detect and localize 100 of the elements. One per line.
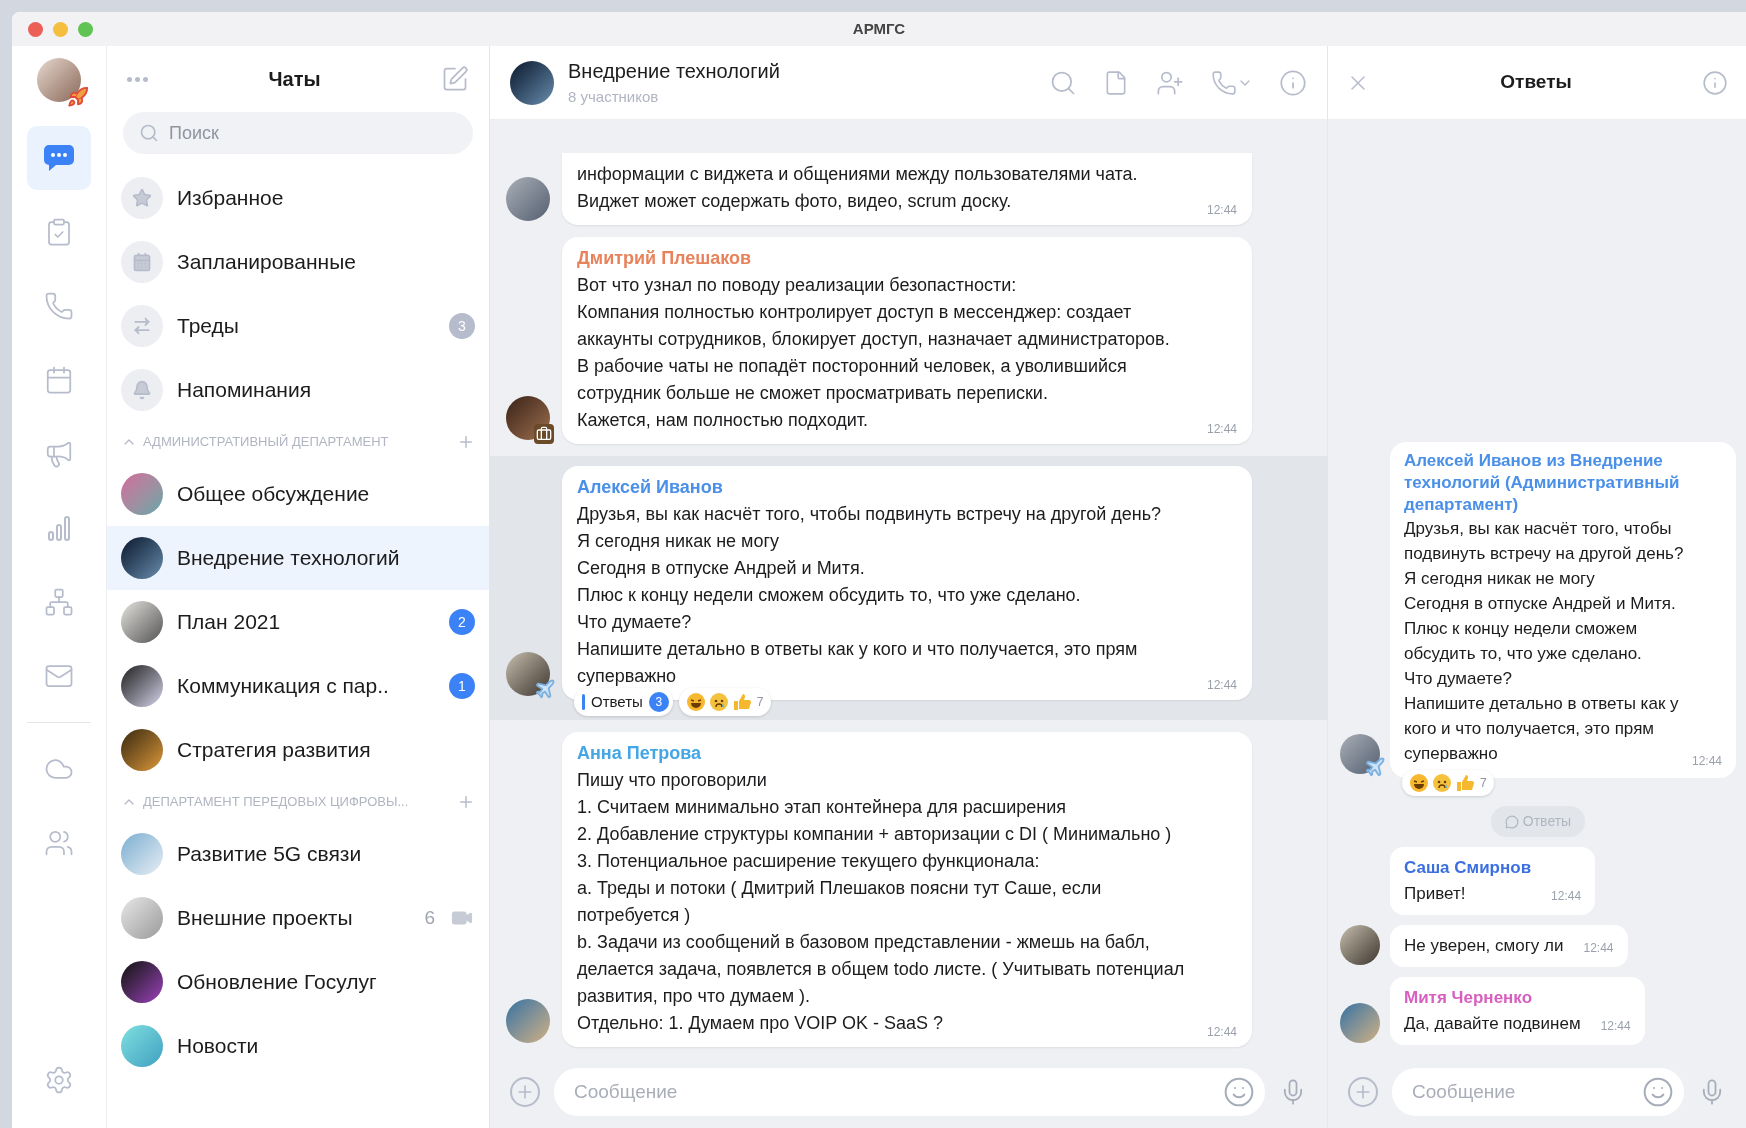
- chat-name: Обновление Госулуг: [177, 969, 378, 996]
- org-chart-icon: [44, 587, 74, 617]
- add-icon[interactable]: [510, 1076, 540, 1107]
- bar-chart-icon[interactable]: [46, 514, 72, 542]
- message-input[interactable]: Сообщение: [554, 1067, 1265, 1116]
- chat-list-item[interactable]: Внедрение технологий: [107, 526, 489, 590]
- more-icon[interactable]: [127, 76, 148, 82]
- add-icon[interactable]: [457, 793, 475, 811]
- message-time: 12:44: [1206, 421, 1237, 438]
- search-field[interactable]: Поиск: [123, 112, 473, 154]
- laughing-face-icon: [685, 691, 706, 712]
- unread-count: 1: [449, 673, 475, 699]
- chat-list-item[interactable]: Общее обсуждение: [107, 462, 489, 526]
- chat-list-item[interactable]: Напоминания: [107, 358, 489, 422]
- panel-title: Ответы: [1499, 70, 1573, 95]
- star-icon: [132, 188, 152, 208]
- sidebar-nav-item[interactable]: [27, 126, 91, 190]
- section-header: АДМИНИСТРАТИВНЫЙ ДЕПАРТАМЕНТ: [143, 433, 390, 452]
- message-time: 12:44: [1551, 888, 1582, 905]
- arrows-icon: [132, 316, 152, 336]
- emoji-icon[interactable]: [1642, 1075, 1674, 1108]
- chat-name: План 2021: [177, 609, 282, 636]
- chat-name: Запланированные: [177, 249, 357, 276]
- chat-avatar-photo: [121, 729, 163, 771]
- chat-avatar-photo: [510, 60, 554, 105]
- replies-count: 3: [648, 691, 669, 712]
- window-title: АРМГС: [852, 18, 906, 39]
- calendar-icon: [44, 365, 74, 395]
- message-text: Да, давайте подвинем: [1404, 1013, 1581, 1035]
- chat-name: Новости: [177, 1033, 260, 1060]
- unread-count: 3: [449, 313, 475, 339]
- message-time: 12:44: [1600, 1018, 1631, 1035]
- chat-title: Внедрение технологий: [568, 59, 781, 85]
- chat-list-item[interactable]: Новости: [107, 1014, 489, 1078]
- chat-name: Треды: [177, 313, 240, 340]
- calendar-icon: [132, 252, 152, 272]
- maximize-window-button[interactable]: [78, 22, 93, 37]
- chat-name: Внедрение технологий: [177, 545, 401, 572]
- message-text: Друзья, вы как насчёт того, чтобы подвинуть встречу на другой день? Я сегодня никак не могу Сегодня в отпуске Андрей и Митя. Плюс к концу недели сможем обсудить то, что уже сделано. Что думаете? Напишите детально в ответы как у кого и что получается, это прям суперважно: [1404, 518, 1685, 765]
- chat-bubble-icon: [43, 143, 75, 173]
- message-text: Пишу что проговорили 1. Считаем минимально этап контейнера для расширения 2. Добавление структуры компании + авторизации с DI ( Минимально ) 3. Потенциальное расширение текущего функционала: a. Треды и потоки ( Дмитрий Плешаков поясни тут Саше, если потребуется ) b. Задачи из сообщений в базовом представлении - жмешь на бабл, делается задача, появлется в общем todo листе. ( Учитывать потенциал развития, про что думаем ). Отдельно: 1. Думаем про VOIP OK - SaaS ?: [577, 769, 1186, 1035]
- close-window-button[interactable]: [28, 22, 43, 37]
- chat-name: Напоминания: [177, 377, 313, 404]
- chat-list-item[interactable]: Запланированные: [107, 230, 489, 294]
- chat-name: Стратегия развития: [177, 737, 372, 764]
- compose-icon[interactable]: [441, 65, 469, 93]
- chat-list-item[interactable]: План 2021 2: [107, 590, 489, 654]
- sender-name[interactable]: Саша Смирнов: [1404, 855, 1532, 881]
- message-text: Привет!: [1404, 883, 1467, 905]
- user-avatar[interactable]: [37, 58, 81, 102]
- people-icon: [44, 828, 74, 858]
- chat-avatar-photo: [121, 961, 163, 1003]
- emoji-icon[interactable]: [1223, 1075, 1255, 1108]
- laughing-face-icon: [1409, 773, 1429, 793]
- chat-name: Развитие 5G связи: [177, 841, 363, 868]
- phone-icon: [44, 291, 74, 321]
- chat-avatar-photo: [121, 1025, 163, 1067]
- reaction-count: 7: [1480, 775, 1487, 792]
- chat-list-item[interactable]: Коммуникация с пар.. 1: [107, 654, 489, 718]
- chat-name: Коммуникация с пар..: [177, 673, 390, 700]
- chat-list-item[interactable]: Стратегия развития: [107, 718, 489, 782]
- participant-count: 6: [424, 905, 435, 930]
- panel-title: Чаты: [268, 67, 321, 92]
- section-header: ДЕПАРТАМЕНТ ПЕРЕДОВЫХ ЦИФРОВЫ...: [143, 793, 410, 812]
- message-input[interactable]: Сообщение: [1392, 1067, 1684, 1116]
- message-text: информации с виджета и общениями между пользователями чата. Виджет может содержать фото, видео, scrum доску.: [577, 163, 1139, 213]
- chat-name: Общее обсуждение: [177, 481, 371, 508]
- add-icon[interactable]: [1348, 1076, 1378, 1107]
- info-icon[interactable]: [1702, 69, 1728, 96]
- thumbs-up-icon: [731, 691, 752, 712]
- chat-list-item[interactable]: Внешние проекты 6: [107, 886, 489, 950]
- minimize-window-button[interactable]: [53, 22, 68, 37]
- message-time: 12:44: [1583, 940, 1614, 957]
- message-time: 12:44: [1691, 753, 1722, 770]
- chat-name: Избранное: [177, 185, 285, 212]
- message-time: 12:44: [1206, 1024, 1237, 1041]
- chat-avatar-photo: [121, 601, 163, 643]
- chat-list-item[interactable]: Избранное: [107, 166, 489, 230]
- message-text: Не уверен, смогу ли: [1404, 935, 1564, 957]
- bell-icon: [132, 380, 152, 400]
- message-text: Вот что узнал по поводу реализации безопастности: Компания полностью контролирует доступ в мессенджер: создает аккаунты сотрудников, блокирует доступ, назначает администраторов. В рабочие чаты не попадёт посторонний человек, а уволившийся сотрудник больше не сможет просматривать переписки. Кажется, нам полностью подходит.: [577, 274, 1171, 432]
- chat-avatar-photo: [121, 473, 163, 515]
- chat-name: Внешние проекты: [177, 905, 354, 932]
- info-icon[interactable]: [1279, 68, 1307, 97]
- replies-label: Ответы: [591, 691, 643, 712]
- chat-list-item[interactable]: Обновление Госулуг: [107, 950, 489, 1014]
- chat-avatar-photo: [121, 897, 163, 939]
- unread-count: 2: [449, 609, 475, 635]
- message-time: 12:44: [1206, 677, 1237, 694]
- chat-avatar-photo: [121, 537, 163, 579]
- search-icon: [139, 123, 159, 143]
- chat-list-item[interactable]: Треды 3: [107, 294, 489, 358]
- crying-face-icon: [1432, 773, 1452, 793]
- message-time: 12:44: [1206, 202, 1237, 219]
- chat-list-item[interactable]: Развитие 5G связи: [107, 822, 489, 886]
- add-icon[interactable]: [457, 433, 475, 451]
- chat-avatar-photo: [121, 833, 163, 875]
- rocket-icon: [67, 86, 89, 108]
- speech-bubble-icon: [1504, 814, 1519, 829]
- replies-chip[interactable]: Ответы 3: [574, 687, 673, 716]
